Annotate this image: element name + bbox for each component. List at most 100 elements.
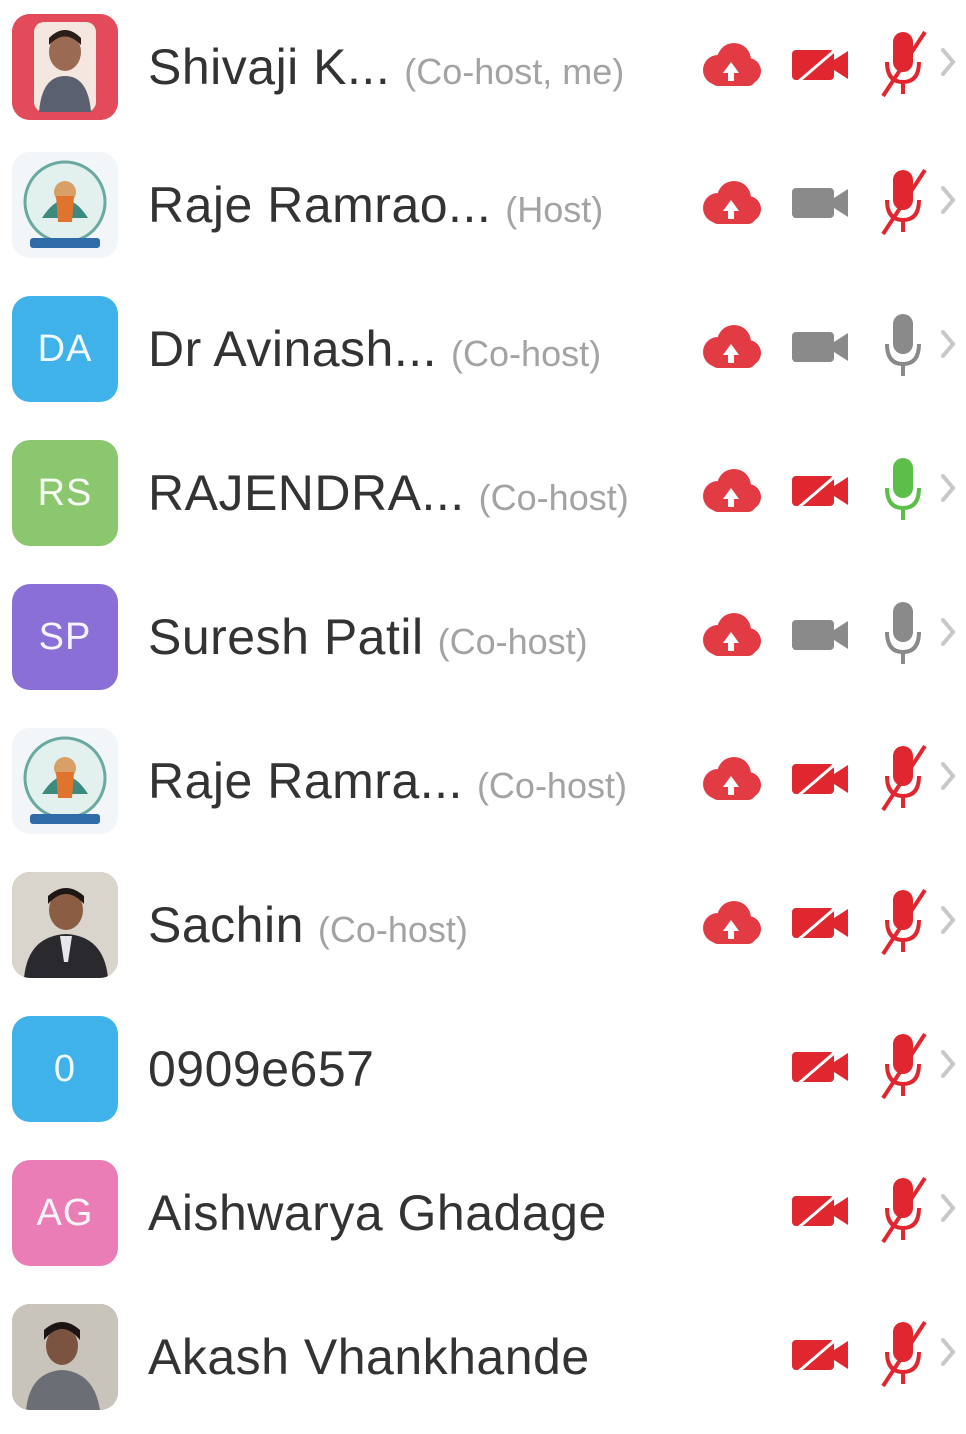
video-camera-icon[interactable] <box>788 752 854 802</box>
participant-row[interactable]: RS RAJENDRA... (Co-host) <box>0 426 966 570</box>
participant-role: (Co-host) <box>437 621 588 662</box>
participant-status-icons <box>690 456 966 536</box>
avatar: 0 <box>12 1016 118 1122</box>
cloud-record-icon <box>696 894 766 950</box>
participant-name-line: Suresh Patil (Co-host) <box>148 608 588 668</box>
participant-name-line: Akash Vhankhande <box>148 1328 590 1388</box>
participant-row[interactable]: Akash Vhankhande <box>0 1290 966 1434</box>
participant-row[interactable]: Raje Ramra... (Co-host) <box>0 714 966 858</box>
participant-status-icons <box>690 312 966 392</box>
participant-role: (Co-host) <box>451 333 602 374</box>
chevron-right-icon[interactable] <box>938 1044 958 1084</box>
participant-name-line: Raje Ramra... (Co-host) <box>148 752 627 812</box>
chevron-right-icon[interactable] <box>938 468 958 508</box>
participant-role: (Co-host, me) <box>404 51 625 92</box>
video-camera-icon[interactable] <box>788 38 854 88</box>
participant-name: Shivaji K... <box>148 39 391 95</box>
video-camera-icon[interactable] <box>788 1040 854 1090</box>
participant-row[interactable]: SP Suresh Patil (Co-host) <box>0 570 966 714</box>
microphone-icon[interactable] <box>875 24 931 104</box>
avatar: SP <box>12 584 118 690</box>
participants-list: Shivaji K... (Co-host, me) Raje Ramrao... (… <box>0 0 966 1410</box>
video-camera-icon[interactable] <box>788 1328 854 1378</box>
participant-status-icons <box>690 1176 966 1256</box>
video-camera-icon[interactable] <box>788 176 854 226</box>
participant-name-line: 0909e657 <box>148 1040 374 1100</box>
participant-role: (Co-host) <box>478 477 629 518</box>
participant-name: Raje Ramrao... <box>148 177 492 233</box>
avatar <box>12 1304 118 1410</box>
participant-role: (Co-host) <box>317 909 468 950</box>
avatar-initials: AG <box>36 1191 94 1234</box>
microphone-icon[interactable] <box>875 1314 931 1394</box>
cloud-record-icon <box>696 606 766 662</box>
chevron-right-icon[interactable] <box>938 612 958 652</box>
participant-status-icons <box>690 744 966 824</box>
chevron-right-icon[interactable] <box>938 1188 958 1228</box>
avatar-initials: RS <box>37 471 93 514</box>
participant-name-line: Dr Avinash... (Co-host) <box>148 320 601 380</box>
participant-name: Akash Vhankhande <box>148 1329 590 1385</box>
participant-role: (Co-host) <box>476 765 627 806</box>
participant-name: RAJENDRA... <box>148 465 465 521</box>
participant-name: Sachin <box>148 897 304 953</box>
participant-row[interactable]: DA Dr Avinash... (Co-host) <box>0 282 966 426</box>
video-camera-icon[interactable] <box>788 896 854 946</box>
participant-row[interactable]: AG Aishwarya Ghadage <box>0 1146 966 1290</box>
microphone-icon[interactable] <box>875 1170 931 1250</box>
cloud-record-icon <box>696 318 766 374</box>
chevron-right-icon[interactable] <box>938 756 958 796</box>
chevron-right-icon[interactable] <box>938 42 958 82</box>
participant-name-line: Sachin (Co-host) <box>148 896 468 956</box>
avatar-initials: SP <box>38 615 92 658</box>
participant-name: Suresh Patil <box>148 609 424 665</box>
avatar <box>12 728 118 834</box>
avatar <box>12 872 118 978</box>
chevron-right-icon[interactable] <box>938 324 958 364</box>
video-camera-icon[interactable] <box>788 464 854 514</box>
participant-status-icons <box>690 1320 966 1400</box>
participant-row[interactable]: Sachin (Co-host) <box>0 858 966 1002</box>
avatar <box>12 14 118 120</box>
microphone-icon[interactable] <box>875 1026 931 1106</box>
avatar: AG <box>12 1160 118 1266</box>
participant-row[interactable]: Shivaji K... (Co-host, me) <box>0 0 966 144</box>
microphone-icon[interactable] <box>875 594 931 674</box>
microphone-icon[interactable] <box>875 306 931 386</box>
participant-row[interactable]: 0 0909e657 <box>0 1002 966 1146</box>
microphone-icon[interactable] <box>875 450 931 530</box>
microphone-icon[interactable] <box>875 882 931 962</box>
video-camera-icon[interactable] <box>788 608 854 658</box>
participant-name-line: RAJENDRA... (Co-host) <box>148 464 629 524</box>
chevron-right-icon[interactable] <box>938 1332 958 1372</box>
participant-status-icons <box>690 888 966 968</box>
participant-row[interactable]: Raje Ramrao... (Host) <box>0 138 966 282</box>
participant-role: (Host) <box>505 189 604 230</box>
participant-name: Dr Avinash... <box>148 321 438 377</box>
chevron-right-icon[interactable] <box>938 180 958 220</box>
participant-name-line: Shivaji K... (Co-host, me) <box>148 38 624 98</box>
microphone-icon[interactable] <box>875 162 931 242</box>
cloud-record-icon <box>696 462 766 518</box>
participant-name: Aishwarya Ghadage <box>148 1185 607 1241</box>
video-camera-icon[interactable] <box>788 1184 854 1234</box>
participant-name: Raje Ramra... <box>148 753 463 809</box>
participant-name-line: Aishwarya Ghadage <box>148 1184 607 1244</box>
avatar: RS <box>12 440 118 546</box>
participant-status-icons <box>690 1032 966 1112</box>
avatar-initials: DA <box>37 327 93 370</box>
participant-status-icons <box>690 168 966 248</box>
cloud-record-icon <box>696 750 766 806</box>
cloud-record-icon <box>696 174 766 230</box>
avatar-initials: 0 <box>53 1047 77 1090</box>
video-camera-icon[interactable] <box>788 320 854 370</box>
chevron-right-icon[interactable] <box>938 900 958 940</box>
microphone-icon[interactable] <box>875 738 931 818</box>
avatar <box>12 152 118 258</box>
cloud-record-icon <box>696 36 766 92</box>
participant-name: 0909e657 <box>148 1041 375 1097</box>
participant-status-icons <box>690 600 966 680</box>
avatar: DA <box>12 296 118 402</box>
participant-status-icons <box>690 30 966 110</box>
participant-name-line: Raje Ramrao... (Host) <box>148 176 603 236</box>
